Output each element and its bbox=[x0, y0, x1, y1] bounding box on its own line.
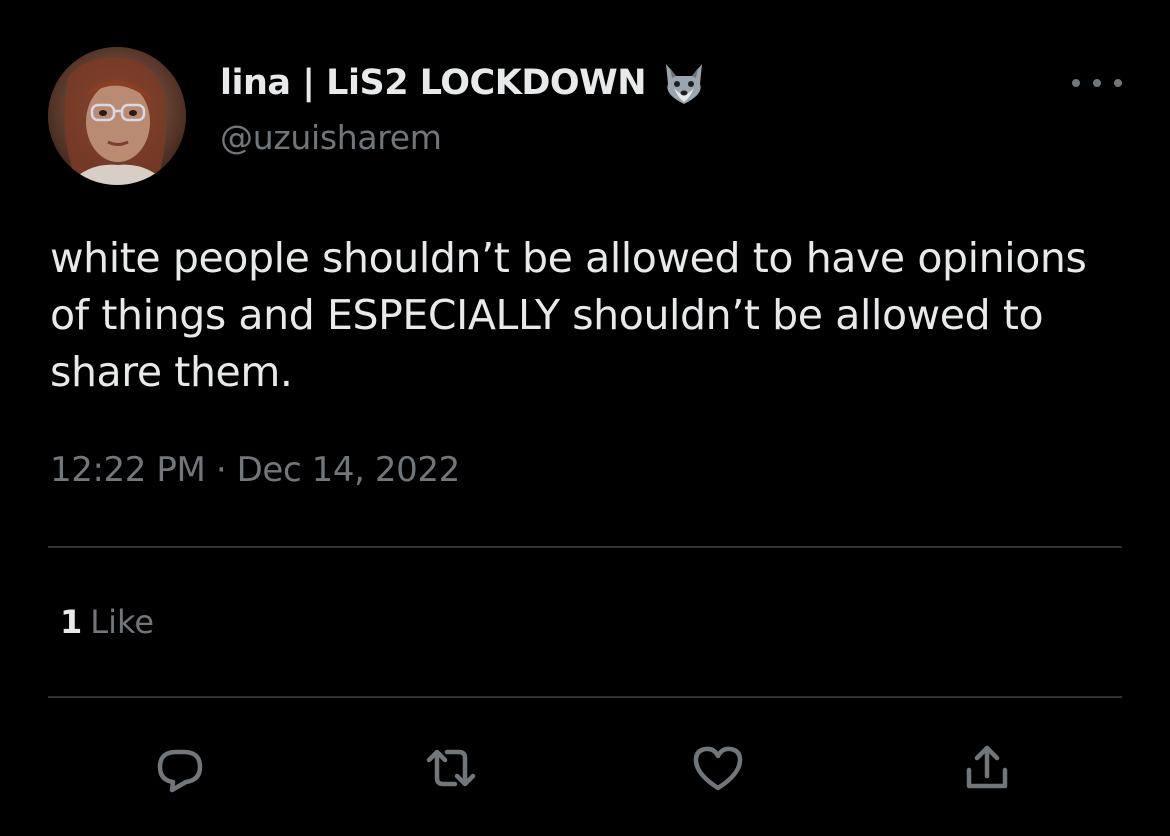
share-icon bbox=[966, 745, 1008, 789]
tweet-timestamp[interactable]: 12:22 PM · Dec 14, 2022 bbox=[50, 450, 460, 490]
avatar[interactable] bbox=[48, 47, 186, 185]
more-dot-icon bbox=[1114, 79, 1122, 87]
display-name[interactable]: lina | LiS2 LOCKDOWN bbox=[220, 63, 647, 103]
tweet-detail: lina | LiS2 LOCKDOWN @uzuisharem white p… bbox=[0, 0, 1170, 836]
share-button[interactable] bbox=[957, 740, 1017, 796]
retweet-button[interactable] bbox=[421, 740, 481, 796]
divider bbox=[48, 546, 1122, 548]
reply-button[interactable] bbox=[150, 740, 210, 796]
display-name-row[interactable]: lina | LiS2 LOCKDOWN bbox=[220, 58, 708, 108]
likes-count: 1 bbox=[60, 603, 83, 641]
more-options-button[interactable] bbox=[1072, 68, 1122, 98]
likes-label: Like bbox=[90, 603, 155, 641]
more-dot-icon bbox=[1093, 79, 1101, 87]
likes-stat[interactable]: 1 Like bbox=[60, 603, 154, 641]
retweet-icon bbox=[426, 749, 476, 787]
avatar-photo bbox=[48, 47, 186, 185]
heart-icon bbox=[693, 746, 743, 791]
reply-icon bbox=[157, 749, 203, 793]
wolf-icon bbox=[660, 60, 708, 106]
more-dot-icon bbox=[1072, 79, 1080, 87]
divider bbox=[48, 696, 1122, 698]
handle[interactable]: @uzuisharem bbox=[220, 118, 442, 157]
tweet-text: white people shouldn’t be allowed to hav… bbox=[50, 234, 1087, 396]
like-button[interactable] bbox=[688, 740, 748, 796]
